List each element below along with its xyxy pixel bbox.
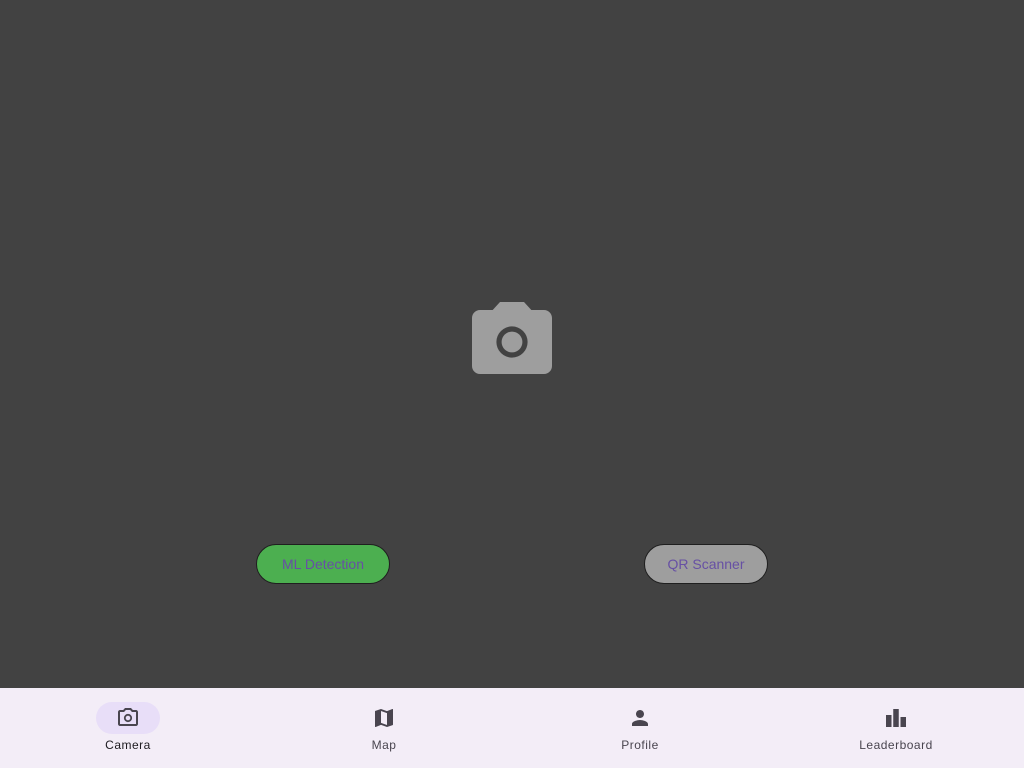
nav-icon-container — [352, 702, 416, 734]
bottom-navigation-bar: Camera Map Profile Leaderboard — [0, 688, 1024, 768]
leaderboard-icon — [886, 709, 906, 727]
nav-label-leaderboard: Leaderboard — [859, 738, 933, 752]
nav-item-map[interactable]: Map — [256, 688, 512, 768]
nav-icon-container — [608, 702, 672, 734]
nav-label-camera: Camera — [105, 738, 151, 752]
camera-icon — [118, 708, 138, 726]
photo-camera-icon — [472, 302, 552, 374]
nav-item-profile[interactable]: Profile — [512, 688, 768, 768]
person-icon — [632, 710, 648, 726]
qr-scanner-button[interactable]: QR Scanner — [644, 544, 768, 584]
app-root: ML Detection QR Scanner Camera Map Profi… — [0, 0, 1024, 768]
nav-label-map: Map — [371, 738, 397, 752]
active-indicator — [96, 702, 160, 734]
nav-label-profile: Profile — [621, 738, 659, 752]
nav-item-leaderboard[interactable]: Leaderboard — [768, 688, 1024, 768]
camera-preview: ML Detection QR Scanner — [0, 0, 1024, 688]
nav-icon-container — [864, 702, 928, 734]
ml-detection-button[interactable]: ML Detection — [256, 544, 390, 584]
nav-item-camera[interactable]: Camera — [0, 688, 256, 768]
map-icon — [375, 709, 393, 727]
